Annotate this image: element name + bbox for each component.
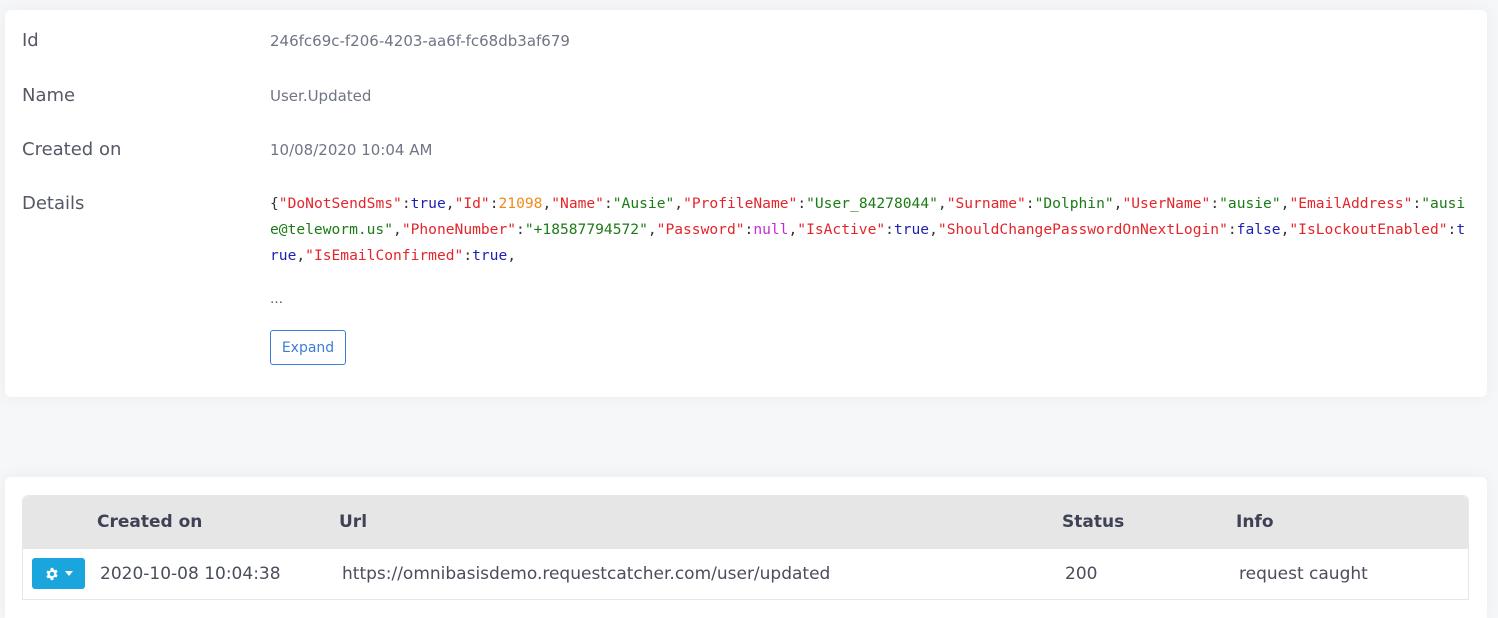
json-punctuation: , [507,247,517,264]
json-punctuation: , [929,221,938,238]
row-created-on: 2020-10-08 10:04:38 [100,564,281,584]
webhook-attempts-table: Created on Url Status Info 2020-10-08 10… [22,495,1469,600]
json-key: "Surname" [946,195,1026,212]
json-punctuation: : [463,247,473,264]
row-url: https://omnibasisdemo.requestcatcher.com… [342,564,831,584]
json-boolean: true [893,221,930,238]
json-string: "Ausie" [612,195,675,212]
json-key: "EmailAddress" [1289,195,1413,212]
json-boolean: true [410,195,446,212]
json-punctuation: , [937,195,947,212]
header-status: Status [1062,512,1125,532]
gear-icon [45,567,59,581]
json-key: "Name" [551,195,604,212]
chevron-down-icon [64,571,73,576]
expand-button[interactable]: Expand [270,330,346,365]
table-row: 2020-10-08 10:04:38 https://omnibasisdem… [23,549,1468,599]
json-punctuation: { [270,195,279,212]
json-punctuation: : [401,195,411,212]
id-label: Id [22,30,39,51]
json-punctuation: : [1210,195,1220,212]
name-value: User.Updated [270,87,372,105]
json-boolean: false [1236,221,1281,238]
json-key: "Id" [454,195,490,212]
row-info: request caught [1239,564,1368,584]
json-punctuation: : [1227,221,1237,238]
json-punctuation: : [1025,195,1035,212]
json-punctuation: , [542,195,552,212]
json-number: 21098 [498,195,543,212]
json-key: "UserName" [1122,195,1211,212]
header-url: Url [339,512,368,532]
row-actions-button[interactable] [32,558,85,589]
name-label: Name [22,85,76,106]
json-string: "User_84278044" [806,195,938,212]
event-details-card: Id 246fc69c-f206-4203-aa6f-fc68db3af679 … [5,10,1487,397]
json-string: "+18587794572" [524,221,648,238]
created-on-value: 10/08/2020 10:04 AM [270,141,433,159]
json-null: null [753,221,789,238]
id-value: 246fc69c-f206-4203-aa6f-fc68db3af679 [270,32,570,50]
json-key: "IsEmailConfirmed" [305,247,464,264]
json-key: "PhoneNumber" [401,221,517,238]
details-json: {"DoNotSendSms":true,"Id":21098,"Name":"… [270,191,1468,269]
json-key: "ShouldChangePasswordOnNextLogin" [937,221,1228,238]
header-created-on: Created on [97,512,203,532]
header-info: Info [1236,512,1274,532]
json-punctuation: : [797,195,807,212]
details-ellipsis: … [270,292,283,307]
created-on-label: Created on [22,139,122,160]
json-punctuation: : [603,195,613,212]
json-key: "Password" [656,221,745,238]
json-key: "DoNotSendSms" [278,195,402,212]
json-punctuation: , [674,195,684,212]
json-punctuation: : [489,195,499,212]
json-punctuation: , [296,247,306,264]
json-punctuation: , [788,221,798,238]
json-punctuation: , [445,195,455,212]
json-punctuation: , [393,221,402,238]
details-label: Details [22,193,85,214]
json-key: "IsLockoutEnabled" [1289,221,1448,238]
json-punctuation: : [885,221,894,238]
json-punctuation: : [1412,195,1422,212]
json-boolean: true [472,247,508,264]
json-key: "ProfileName" [683,195,798,212]
json-key: "IsActive" [797,221,886,238]
json-string: "Dolphin" [1034,195,1114,212]
json-punctuation: : [744,221,754,238]
json-string: "ausie" [1219,195,1281,212]
row-status: 200 [1065,564,1098,584]
table-header: Created on Url Status Info [23,496,1468,549]
webhook-attempts-card: Created on Url Status Info 2020-10-08 10… [5,477,1487,618]
json-punctuation: : [516,221,525,238]
json-punctuation: , [647,221,657,238]
